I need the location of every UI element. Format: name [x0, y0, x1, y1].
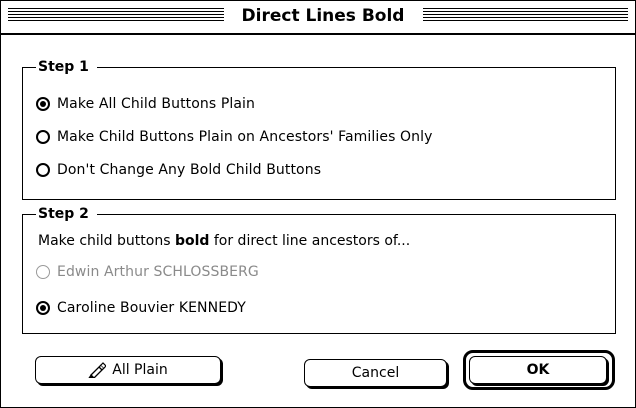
- description-text: Make child buttons: [38, 233, 175, 249]
- title-bar-stripes-right: [423, 8, 628, 23]
- cancel-button[interactable]: Cancel: [304, 359, 447, 387]
- all-plain-button[interactable]: All Plain: [35, 356, 221, 384]
- ok-label: OK: [526, 362, 550, 378]
- radio-caroline-kennedy[interactable]: Caroline Bouvier KENNEDY: [36, 297, 246, 319]
- dialog-title: Direct Lines Bold: [241, 6, 405, 26]
- all-plain-label: All Plain: [112, 362, 168, 378]
- description-bold-word: bold: [174, 233, 210, 249]
- radio-plain-ancestors-only[interactable]: Make Child Buttons Plain on Ancestors' F…: [36, 126, 432, 148]
- radio-button-selected[interactable]: [36, 301, 50, 315]
- radio-label: Make All Child Buttons Plain: [57, 96, 256, 112]
- radio-label: Caroline Bouvier KENNEDY: [57, 300, 246, 316]
- step2-description: Make child buttons bold for direct line …: [38, 233, 410, 249]
- radio-label: Make Child Buttons Plain on Ancestors' F…: [57, 129, 433, 145]
- radio-label: Don't Change Any Bold Child Buttons: [57, 162, 322, 178]
- step2-legend: Step 2: [36, 205, 97, 223]
- step1-legend: Step 1: [36, 58, 97, 76]
- radio-make-all-plain[interactable]: Make All Child Buttons Plain: [36, 93, 255, 115]
- title-bar-stripes-left: [8, 8, 224, 23]
- step1-group: Step 1 Make All Child Buttons Plain Make…: [22, 58, 616, 200]
- dialog-window: Direct Lines Bold Step 1 Make All Child …: [0, 0, 636, 408]
- radio-button[interactable]: [36, 130, 50, 144]
- ok-button[interactable]: OK: [469, 356, 607, 384]
- pencil-icon: [88, 362, 107, 378]
- title-bar[interactable]: Direct Lines Bold: [1, 1, 635, 35]
- radio-edwin-schlossberg: Edwin Arthur SCHLOSSBERG: [36, 261, 259, 283]
- description-text: for direct line ancestors of...: [209, 233, 411, 249]
- radio-button[interactable]: [36, 163, 50, 177]
- radio-button-disabled: [36, 265, 50, 279]
- step2-group: Step 2 Make child buttons bold for direc…: [22, 205, 616, 334]
- radio-dont-change-bold[interactable]: Don't Change Any Bold Child Buttons: [36, 159, 321, 181]
- radio-button-selected[interactable]: [36, 97, 50, 111]
- radio-label: Edwin Arthur SCHLOSSBERG: [57, 264, 259, 280]
- cancel-label: Cancel: [351, 365, 400, 381]
